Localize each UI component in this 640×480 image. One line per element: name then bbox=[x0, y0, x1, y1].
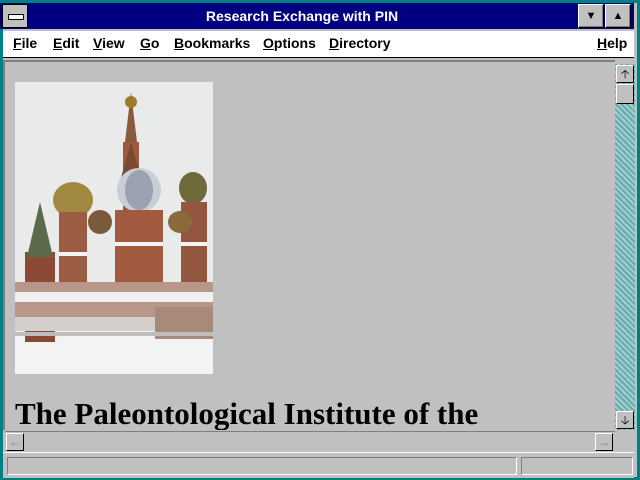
status-message bbox=[7, 457, 517, 475]
maximize-button[interactable]: ▲ bbox=[605, 4, 631, 28]
menu-go[interactable]: Go bbox=[140, 35, 159, 51]
cathedral-photo[interactable] bbox=[15, 82, 213, 374]
horizontal-scrollbar[interactable]: ← → bbox=[5, 431, 615, 452]
scroll-up-button[interactable]: 🡡 bbox=[616, 65, 634, 83]
vertical-scroll-thumb[interactable] bbox=[616, 84, 634, 104]
page-heading: The Paleontological Institute of the bbox=[15, 396, 479, 430]
minimize-button[interactable]: ▼ bbox=[578, 4, 604, 28]
menu-edit[interactable]: Edit bbox=[53, 35, 79, 51]
system-menu-icon bbox=[8, 14, 24, 20]
scroll-left-button[interactable]: ← bbox=[6, 433, 24, 451]
scrollbar-corner bbox=[615, 431, 635, 451]
menu-bookmarks[interactable]: Bookmarks bbox=[174, 35, 250, 51]
scroll-right-button[interactable]: → bbox=[595, 433, 613, 451]
vertical-scrollbar[interactable]: 🡡 🡣 bbox=[615, 64, 635, 430]
scroll-down-button[interactable]: 🡣 bbox=[616, 411, 634, 429]
menu-view[interactable]: View bbox=[93, 35, 125, 51]
menu-directory[interactable]: Directory bbox=[329, 35, 390, 51]
title-bar[interactable]: Research Exchange with PIN ▼ ▲ bbox=[0, 3, 634, 29]
page-content: The Paleontological Institute of the bbox=[3, 60, 615, 430]
menu-file[interactable]: File bbox=[13, 35, 37, 51]
cathedral-photo-image bbox=[15, 82, 213, 374]
menu-help[interactable]: Help bbox=[597, 35, 627, 51]
window-title: Research Exchange with PIN bbox=[205, 8, 399, 24]
system-menu-button[interactable] bbox=[2, 4, 28, 28]
menu-bar: File Edit View Go Bookmarks Options Dire… bbox=[3, 31, 634, 58]
progress-indicator bbox=[521, 457, 633, 475]
status-bar bbox=[3, 452, 634, 478]
menu-options[interactable]: Options bbox=[263, 35, 316, 51]
